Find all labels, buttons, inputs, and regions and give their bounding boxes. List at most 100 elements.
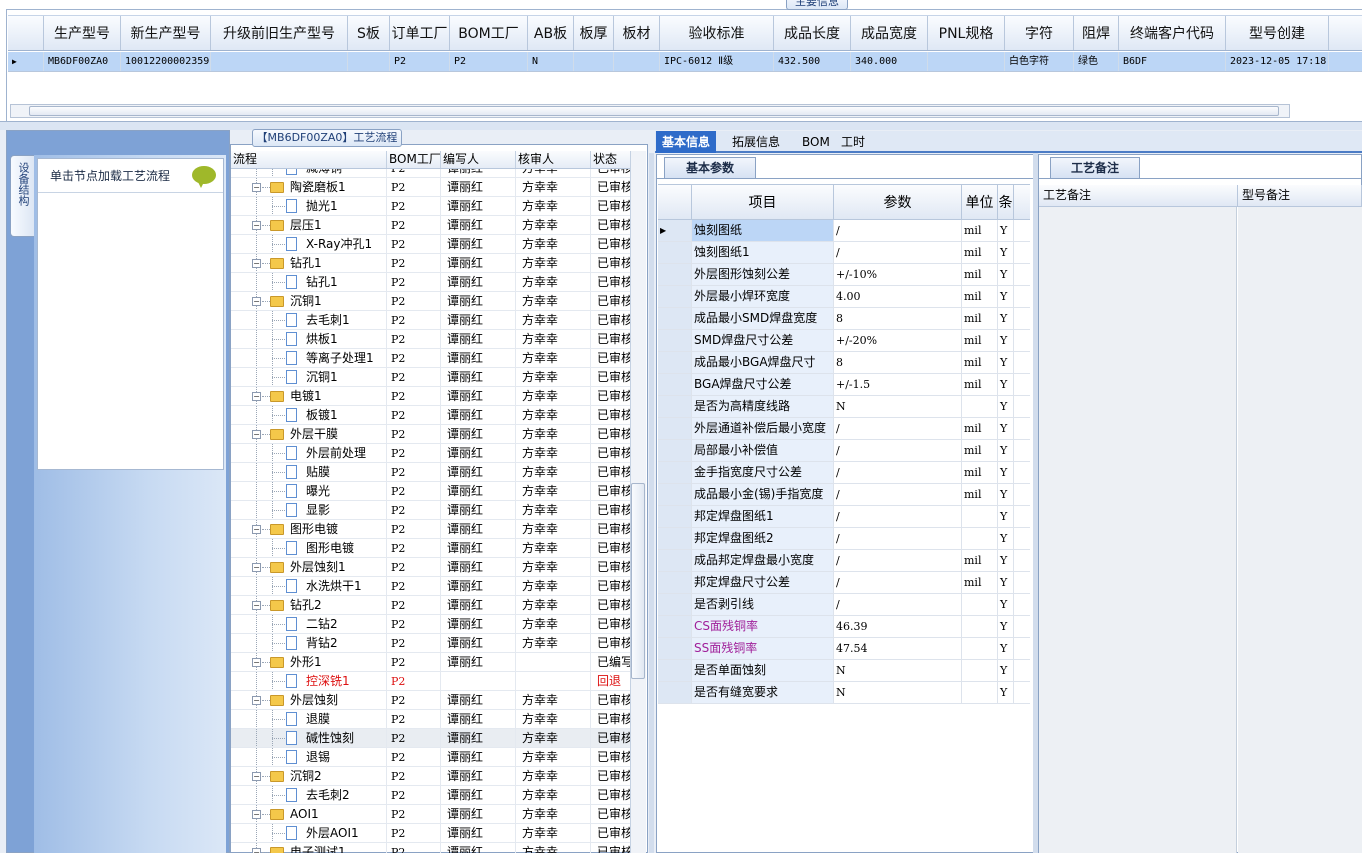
cell[interactable]	[211, 52, 348, 71]
tree-row[interactable]: X-Ray冲孔1 P2 谭丽红 方幸幸 已审核	[231, 235, 631, 254]
param-row[interactable]: 外层最小焊环宽度 4.00 mil Y	[658, 286, 1030, 308]
param-value[interactable]: /	[834, 484, 962, 505]
param-value[interactable]: /	[834, 220, 962, 241]
tree-row[interactable]: − 陶瓷磨板1 P2 谭丽红 方幸幸 已审核	[231, 178, 631, 197]
tree-row[interactable]: 曝光 P2 谭丽红 方幸幸 已审核	[231, 482, 631, 501]
tab-work-hours[interactable]: 工时	[835, 131, 871, 153]
tree-node[interactable]: − 钻孔2	[231, 596, 387, 614]
tree-row[interactable]: 水洗烘干1 P2 谭丽红 方幸幸 已审核	[231, 577, 631, 596]
param-value[interactable]: 8	[834, 352, 962, 373]
tree-col-header[interactable]: BOM工厂	[387, 151, 441, 168]
tree-node[interactable]: − 沉铜2	[231, 767, 387, 785]
tree-node[interactable]: 去毛刺2	[231, 786, 387, 804]
param-value[interactable]: /	[834, 440, 962, 461]
tree-row[interactable]: 控深铣1 P2 回退	[231, 672, 631, 691]
param-row[interactable]: 是否有缝宽要求 N Y	[658, 682, 1030, 704]
expand-toggle-icon[interactable]: −	[252, 601, 261, 610]
tree-node[interactable]: 图形电镀	[231, 539, 387, 557]
col-header[interactable]: 型号创建	[1226, 16, 1329, 50]
param-row[interactable]: 成品最小BGA焊盘尺寸 8 mil Y	[658, 352, 1030, 374]
param-value[interactable]: 4.00	[834, 286, 962, 307]
param-value[interactable]: +/-10%	[834, 264, 962, 285]
tree-row[interactable]: − 钻孔2 P2 谭丽红 方幸幸 已审核	[231, 596, 631, 615]
param-value[interactable]: 46.39	[834, 616, 962, 637]
param-row[interactable]: 蚀刻图纸1/mil Y	[658, 242, 1030, 264]
tree-row[interactable]: 钻孔1 P2 谭丽红 方幸幸 已审核	[231, 273, 631, 292]
model-notes-area[interactable]	[1238, 207, 1362, 853]
cell[interactable]: N	[528, 52, 574, 71]
tree-node[interactable]: 背钻2	[231, 634, 387, 652]
tree-row[interactable]: 烘板1 P2 谭丽红 方幸幸 已审核	[231, 330, 631, 349]
param-row[interactable]: 邦定焊盘图纸2/ Y	[658, 528, 1030, 550]
param-value[interactable]: /	[834, 572, 962, 593]
tree-node[interactable]: 减薄铜	[231, 169, 387, 177]
param-value[interactable]: /	[834, 418, 962, 439]
col-header[interactable]: 终端客户代码	[1119, 16, 1226, 50]
param-value[interactable]: /	[834, 506, 962, 527]
tree-row[interactable]: − 电镀1 P2 谭丽红 方幸幸 已审核	[231, 387, 631, 406]
tree-row[interactable]: − 外层蚀刻1 P2 谭丽红 方幸幸 已审核	[231, 558, 631, 577]
col-header[interactable]: 板厚	[574, 16, 614, 50]
param-value[interactable]: N	[834, 396, 962, 417]
tree-node[interactable]: − 电镀1	[231, 387, 387, 405]
tree-row[interactable]: 贴膜 P2 谭丽红 方幸幸 已审核	[231, 463, 631, 482]
param-row[interactable]: 邦定焊盘图纸1/ Y	[658, 506, 1030, 528]
tree-node[interactable]: − 外形1	[231, 653, 387, 671]
param-row[interactable]: SMD焊盘尺寸公差 +/-20% mil Y	[658, 330, 1030, 352]
tree-row[interactable]: 显影 P2 谭丽红 方幸幸 已审核	[231, 501, 631, 520]
cell[interactable]: 白色字符	[1005, 52, 1074, 71]
tree-row[interactable]: − 沉铜1 P2 谭丽红 方幸幸 已审核	[231, 292, 631, 311]
cell[interactable]	[928, 52, 1005, 71]
tree-row[interactable]: − 钻孔1 P2 谭丽红 方幸幸 已审核	[231, 254, 631, 273]
param-row[interactable]: 外层图形蚀刻公差 +/-10% mil Y	[658, 264, 1030, 286]
expand-toggle-icon[interactable]: −	[252, 810, 261, 819]
tree-node[interactable]: 外层前处理	[231, 444, 387, 462]
tree-node[interactable]: 二钻2	[231, 615, 387, 633]
tree-node[interactable]: − 陶瓷磨板1	[231, 178, 387, 196]
col-header[interactable]: 验收标准	[660, 16, 774, 50]
tree-row[interactable]: − 层压1 P2 谭丽红 方幸幸 已审核	[231, 216, 631, 235]
col-header[interactable]: 成品宽度	[851, 16, 928, 50]
expand-toggle-icon[interactable]: −	[252, 696, 261, 705]
tree-col-header[interactable]: 编写人	[441, 151, 516, 168]
basic-params-tab[interactable]: 基本参数	[664, 157, 756, 178]
param-value[interactable]: 47.54	[834, 638, 962, 659]
main-grid-row[interactable]: ▶ MB6DF00ZA0 10012200002359 P2 P2 N IPC-6012 Ⅱ…	[8, 52, 1362, 72]
expand-toggle-icon[interactable]: −	[252, 259, 261, 268]
param-col-header[interactable]: 项目	[692, 185, 834, 219]
main-grid-hscrollbar[interactable]	[10, 104, 1290, 118]
cell[interactable]: 绿色	[1074, 52, 1119, 71]
tree-row[interactable]: − 沉铜2 P2 谭丽红 方幸幸 已审核	[231, 767, 631, 786]
col-header[interactable]: 生产型号	[44, 16, 121, 50]
tree-node[interactable]: 板镀1	[231, 406, 387, 424]
tree-row[interactable]: 外层AOI1 P2 谭丽红 方幸幸 已审核	[231, 824, 631, 843]
expand-toggle-icon[interactable]: −	[252, 430, 261, 439]
param-row[interactable]: 成品最小金(锡)手指宽度 / mil Y	[658, 484, 1030, 506]
col-header[interactable]: 阻焊	[1074, 16, 1119, 50]
process-tree-vscroll-thumb[interactable]	[631, 483, 645, 679]
tree-node[interactable]: − AOI1	[231, 805, 387, 823]
hscroll-thumb[interactable]	[29, 106, 1279, 116]
cell[interactable]: MB6DF00ZA0	[44, 52, 121, 71]
param-col-header[interactable]: 参数	[834, 185, 962, 219]
cell[interactable]: 10012200002359	[121, 52, 211, 71]
cell[interactable]: 340.000	[851, 52, 928, 71]
expand-toggle-icon[interactable]: −	[252, 848, 261, 853]
cell[interactable]: P2	[450, 52, 528, 71]
param-row[interactable]: 成品邦定焊盘最小宽度 / mil Y	[658, 550, 1030, 572]
cell[interactable]	[574, 52, 614, 71]
tree-node[interactable]: 抛光1	[231, 197, 387, 215]
col-header[interactable]: AB板	[528, 16, 574, 50]
tree-node[interactable]: 水洗烘干1	[231, 577, 387, 595]
col-header[interactable]: PNL规格	[928, 16, 1005, 50]
tree-row[interactable]: − 外形1 P2 谭丽红 已编写	[231, 653, 631, 672]
tree-row[interactable]: 退锡 P2 谭丽红 方幸幸 已审核	[231, 748, 631, 767]
param-row[interactable]: SS面残铜率 47.54 Y	[658, 638, 1030, 660]
col-header[interactable]: S板	[348, 16, 390, 50]
param-col-header[interactable]: 条	[998, 185, 1014, 219]
param-value[interactable]: /	[834, 594, 962, 615]
expand-toggle-icon[interactable]: −	[252, 392, 261, 401]
tree-node[interactable]: − 电子测试1	[231, 843, 387, 853]
tree-row[interactable]: − AOI1 P2 谭丽红 方幸幸 已审核	[231, 805, 631, 824]
param-row[interactable]: BGA焊盘尺寸公差 +/-1.5 mil Y	[658, 374, 1030, 396]
